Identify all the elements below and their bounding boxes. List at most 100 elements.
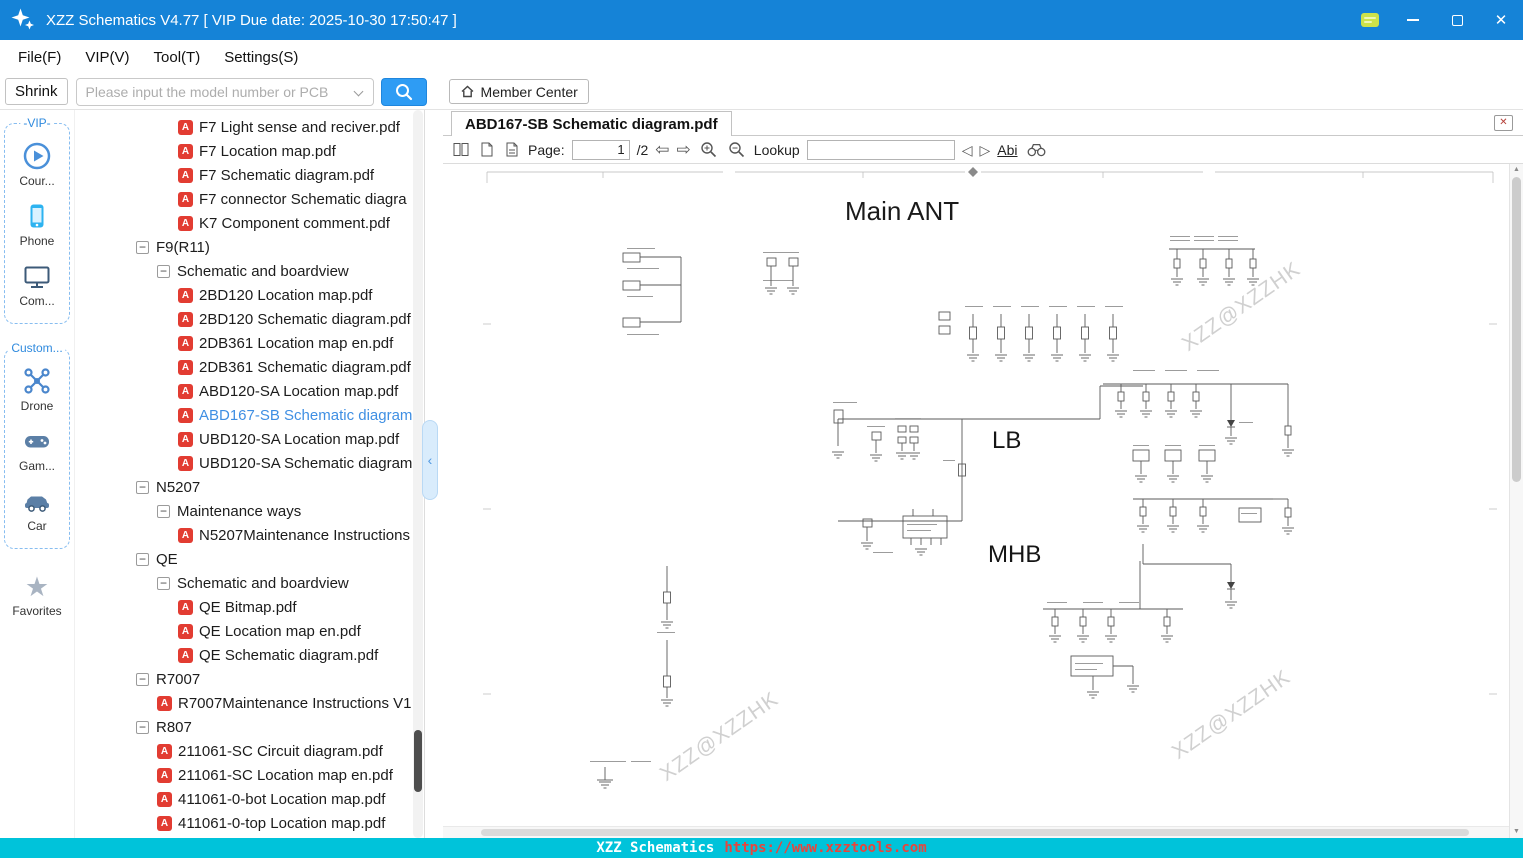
sidebar-item-game[interactable]: Gam... [5, 426, 69, 473]
fit-width-button[interactable] [503, 141, 521, 158]
collapse-minus-icon[interactable]: − [157, 504, 170, 518]
sidebar-item-drone[interactable]: Drone [5, 366, 69, 413]
zoom-in-button[interactable] [698, 140, 719, 159]
sidebar-item-favorites[interactable]: ★ Favorites [0, 573, 74, 618]
pdf-canvas[interactable]: Main ANT LB MHB XZZ@XZZHK XZZ@XZZHK XZZ@… [443, 164, 1523, 838]
collapse-panel-handle[interactable]: ‹ [422, 420, 438, 500]
tree-item[interactable]: − R7007 [75, 667, 424, 691]
binoculars-search-button[interactable] [1025, 141, 1048, 158]
collapse-minus-icon[interactable]: − [136, 552, 149, 566]
menu-item-vip[interactable]: VIP(V) [73, 49, 141, 66]
maximize-button[interactable] [1435, 0, 1479, 40]
tree-item-label: Schematic and boardview [177, 574, 349, 592]
prev-page-icon[interactable]: ⇦ [655, 141, 669, 158]
viewer-panel: ABD167-SB Schematic diagram.pdf ✕ Page: … [443, 110, 1523, 838]
tree-item[interactable]: A 211061-SC Location map en.pdf [75, 763, 424, 787]
pdf-horizontal-scrollbar[interactable] [443, 826, 1509, 838]
tree-item[interactable]: − N5207 [75, 475, 424, 499]
tree-item[interactable]: A F7 Light sense and reciver.pdf [75, 115, 424, 139]
circuit-cluster [1043, 561, 1183, 699]
tab-abd167-sb-schematic[interactable]: ABD167-SB Schematic diagram.pdf [451, 111, 732, 136]
tree-item[interactable]: A K7 Component comment.pdf [75, 211, 424, 235]
find-prev-icon[interactable]: ◁ [962, 143, 973, 157]
model-search-input[interactable] [76, 78, 373, 105]
scroll-down-icon[interactable]: ▼ [1510, 826, 1523, 838]
minimize-button[interactable] [1391, 0, 1435, 40]
tree-item[interactable]: A UBD120-SA Schematic diagram [75, 451, 424, 475]
menu-item-tool[interactable]: Tool(T) [142, 49, 213, 66]
search-button[interactable] [380, 77, 427, 106]
tree-item-label: QE Schematic diagram.pdf [199, 646, 379, 664]
close-tab-icon[interactable]: ✕ [1494, 114, 1513, 131]
tree-item[interactable]: − Schematic and boardview [75, 571, 424, 595]
collapse-minus-icon[interactable]: − [136, 672, 149, 686]
tree-item[interactable]: A 411061-0-bot Location map.pdf [75, 787, 424, 811]
tree-item[interactable]: A 2BD120 Location map.pdf [75, 283, 424, 307]
fit-page-button[interactable] [478, 141, 496, 158]
tree-item[interactable]: A UBD120-SA Location map.pdf [75, 427, 424, 451]
sidebar-item-car[interactable]: Car [5, 486, 69, 533]
pdf-file-icon: A [178, 455, 193, 471]
pdf-vertical-scrollbar[interactable]: ▲ ▼ [1509, 164, 1523, 838]
tree-item[interactable]: A QE Schematic diagram.pdf [75, 643, 424, 667]
zoom-out-button[interactable] [726, 140, 747, 159]
schematic-label-lb: LB [992, 427, 1021, 454]
window-title: XZZ Schematics V4.77 [ VIP Due date: 202… [46, 11, 457, 29]
tree-item[interactable]: A ABD120-SA Location map.pdf [75, 379, 424, 403]
tree-item[interactable]: − Maintenance ways [75, 499, 424, 523]
tree-item[interactable]: − QE [75, 547, 424, 571]
tree-scrollbar-thumb[interactable] [414, 730, 422, 792]
tree-item[interactable]: A 2DB361 Location map en.pdf [75, 331, 424, 355]
sidebar-item-computer[interactable]: Com... [5, 261, 69, 308]
sidebar-item-label: Cour... [19, 174, 55, 188]
custom-label: Custom... [8, 341, 66, 355]
page-label: Page: [528, 141, 565, 158]
sidebar-item-course[interactable]: Cour... [5, 141, 69, 188]
collapse-minus-icon[interactable]: − [157, 576, 170, 590]
next-page-icon[interactable]: ⇨ [677, 141, 691, 158]
lookup-input[interactable] [806, 139, 955, 160]
text-select-tool[interactable]: Abi [997, 142, 1017, 158]
member-center-button[interactable]: Member Center [448, 79, 589, 104]
menu-item-settings[interactable]: Settings(S) [212, 49, 310, 66]
tree-item[interactable]: A 411061-0-top Location map.pdf [75, 811, 424, 835]
collapse-minus-icon[interactable]: − [136, 720, 149, 734]
tree-item-label: ABD120-SA Location map.pdf [199, 382, 399, 400]
sidebar-item-label: Com... [19, 294, 55, 308]
horizontal-scrollbar-thumb[interactable] [481, 829, 1469, 836]
page-number-input[interactable] [571, 139, 630, 160]
tree-item[interactable]: A 211061-SC Circuit diagram.pdf [75, 739, 424, 763]
collapse-minus-icon[interactable]: − [136, 480, 149, 494]
vertical-scrollbar-thumb[interactable] [1512, 177, 1521, 482]
scroll-up-icon[interactable]: ▲ [1510, 164, 1523, 176]
tree-item[interactable]: A ABD167-SB Schematic diagram [75, 403, 424, 427]
tree-item[interactable]: − Schematic and boardview [75, 259, 424, 283]
car-icon [22, 486, 52, 516]
shrink-button[interactable]: Shrink [5, 78, 68, 105]
two-page-view-button[interactable] [451, 141, 471, 158]
sidebar-item-phone[interactable]: Phone [5, 201, 69, 248]
tree-item[interactable]: A F7 Location map.pdf [75, 139, 424, 163]
tree-item[interactable]: A N5207Maintenance Instructions [75, 523, 424, 547]
member-center-label: Member Center [480, 83, 578, 100]
find-next-icon[interactable]: ▷ [980, 143, 991, 157]
collapse-minus-icon[interactable]: − [157, 264, 170, 278]
tree-item-label: F7 Schematic diagram.pdf [199, 166, 375, 184]
tree-item[interactable]: − R807 [75, 715, 424, 739]
collapse-minus-icon[interactable]: − [136, 240, 149, 254]
pdf-file-icon: A [178, 335, 193, 351]
vip-card-icon[interactable] [1349, 10, 1391, 30]
tree-item[interactable]: A QE Location map en.pdf [75, 619, 424, 643]
tree-item[interactable]: A R7007Maintenance Instructions V1 [75, 691, 424, 715]
menu-item-file[interactable]: File(F) [6, 49, 73, 66]
tree-item[interactable]: A 2BD120 Schematic diagram.pdf [75, 307, 424, 331]
close-button[interactable]: ✕ [1479, 0, 1523, 40]
tree-item[interactable]: A F7 Schematic diagram.pdf [75, 163, 424, 187]
tree-item-label: ABD167-SB Schematic diagram [199, 406, 413, 424]
top-toolbar: Shrink Member Center [0, 74, 1523, 110]
tree-item[interactable]: A QE Bitmap.pdf [75, 595, 424, 619]
tree-item-label: R7007Maintenance Instructions V1 [178, 694, 412, 712]
tree-item[interactable]: A F7 connector Schematic diagra [75, 187, 424, 211]
tree-item[interactable]: A 2DB361 Schematic diagram.pdf [75, 355, 424, 379]
tree-item[interactable]: − F9(R11) [75, 235, 424, 259]
